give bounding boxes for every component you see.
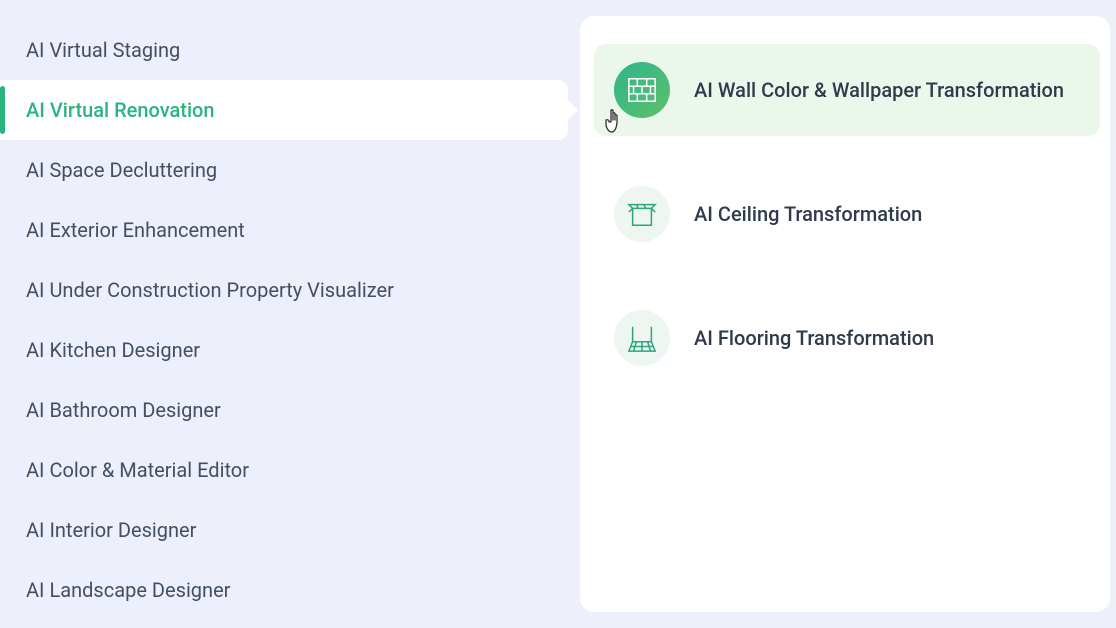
ceiling-icon <box>614 186 670 242</box>
sidebar-item-space-decluttering[interactable]: AI Space Decluttering <box>0 140 568 200</box>
sidebar-item-virtual-staging[interactable]: AI Virtual Staging <box>0 20 568 80</box>
sub-item-label: AI Ceiling Transformation <box>694 202 922 226</box>
brick-wall-icon <box>614 62 670 118</box>
sidebar-item-kitchen-designer[interactable]: AI Kitchen Designer <box>0 320 568 380</box>
sub-item-label: AI Flooring Transformation <box>694 326 934 350</box>
sidebar: AI Virtual Staging AI Virtual Renovation… <box>0 0 580 628</box>
sub-item-ceiling[interactable]: AI Ceiling Transformation <box>594 168 1100 260</box>
sidebar-item-color-material-editor[interactable]: AI Color & Material Editor <box>0 440 568 500</box>
sub-item-wall-color-wallpaper[interactable]: AI Wall Color & Wallpaper Transformation <box>594 44 1100 136</box>
sidebar-item-landscape-designer[interactable]: AI Landscape Designer <box>0 560 568 620</box>
sidebar-item-under-construction-visualizer[interactable]: AI Under Construction Property Visualize… <box>0 260 568 320</box>
flooring-icon <box>614 310 670 366</box>
sidebar-item-virtual-renovation[interactable]: AI Virtual Renovation <box>0 80 568 140</box>
sidebar-item-bathroom-designer[interactable]: AI Bathroom Designer <box>0 380 568 440</box>
sidebar-item-exterior-enhancement[interactable]: AI Exterior Enhancement <box>0 200 568 260</box>
sub-item-flooring[interactable]: AI Flooring Transformation <box>594 292 1100 384</box>
sub-panel: AI Wall Color & Wallpaper Transformation… <box>580 16 1110 612</box>
sidebar-item-interior-designer[interactable]: AI Interior Designer <box>0 500 568 560</box>
sub-item-label: AI Wall Color & Wallpaper Transformation <box>694 78 1064 102</box>
